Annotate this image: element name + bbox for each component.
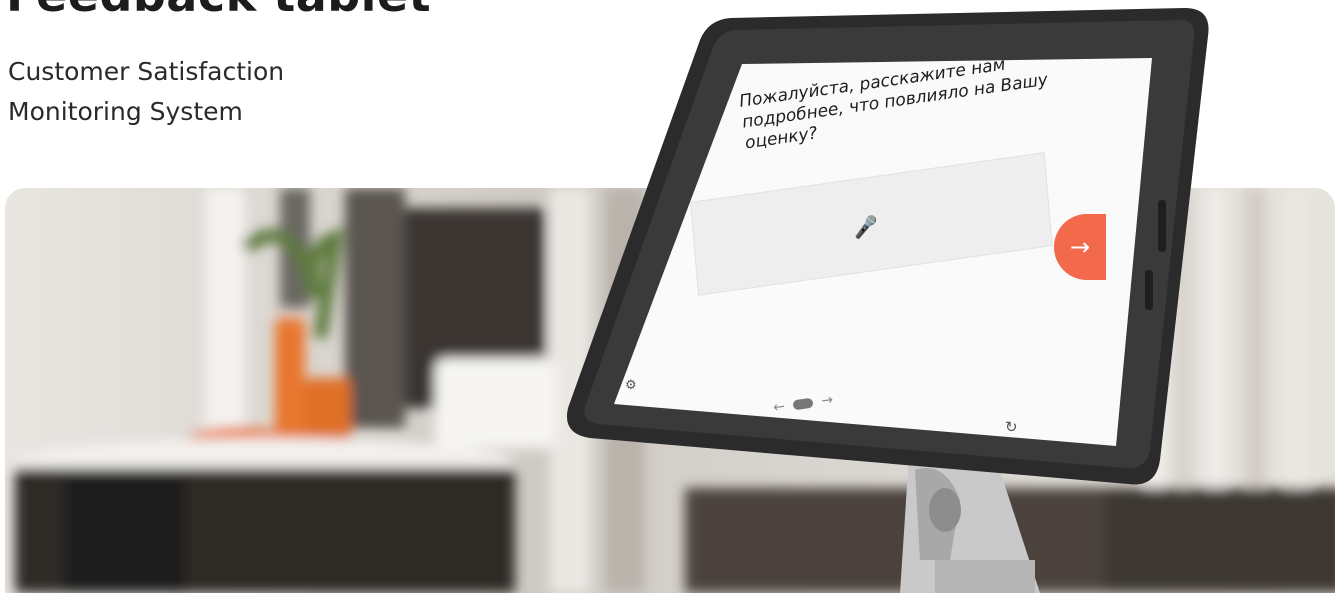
pager-next-arrow[interactable]: → (820, 392, 834, 409)
microphone-icon[interactable]: 🎤 (853, 213, 880, 240)
refresh-icon[interactable]: ↻ (1005, 418, 1018, 436)
arrow-right-icon: → (1069, 233, 1091, 261)
subtitle-line-1: Customer Satisfaction (8, 57, 285, 86)
settings-icon[interactable]: ⚙ (625, 378, 637, 393)
page-title: Feedback tablet (6, 0, 431, 20)
pager-indicator (792, 397, 814, 411)
subtitle-line-2: Monitoring System (8, 97, 243, 126)
page-subtitle: Customer Satisfaction Monitoring System (8, 52, 408, 132)
pager-prev-arrow[interactable]: ← (772, 399, 786, 416)
